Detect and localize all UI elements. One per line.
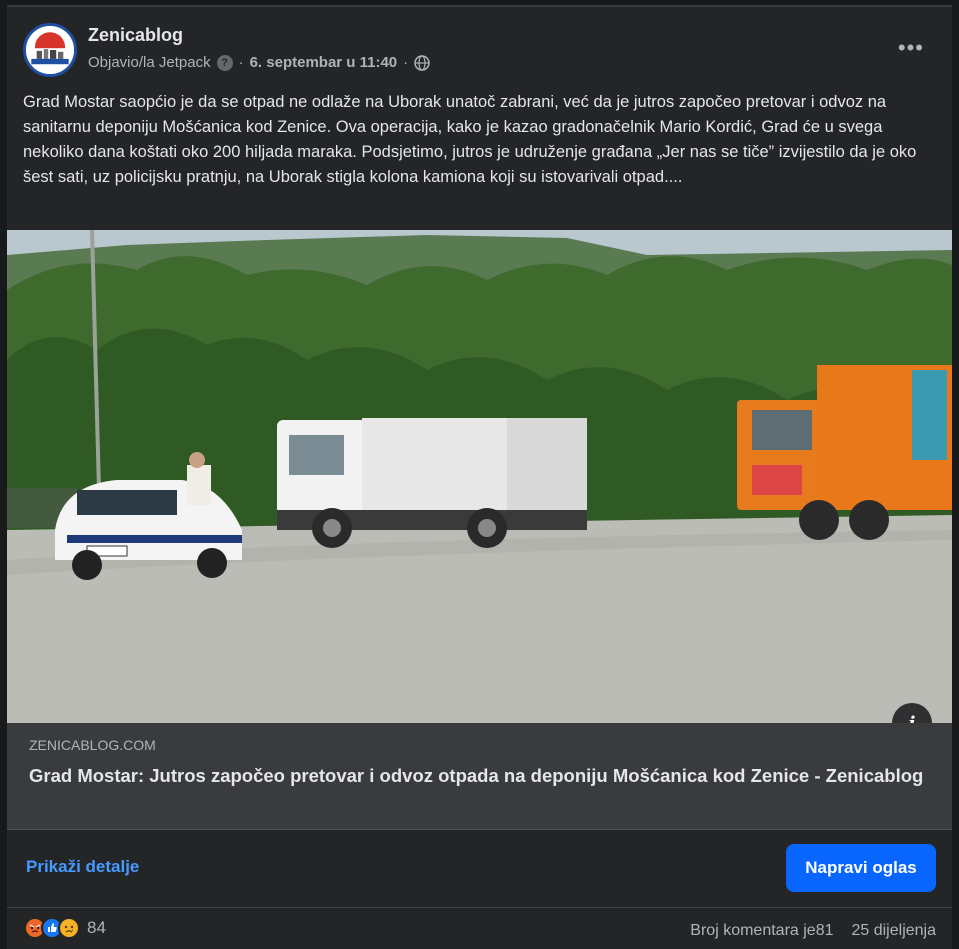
avatar-logo-icon	[26, 26, 74, 74]
post-header: Zenicablog Objavio/la Jetpack ? · 6. sep…	[23, 23, 936, 83]
share-count[interactable]: 25 dijeljenja	[851, 922, 936, 940]
divider	[7, 907, 952, 908]
post-card: Zenicablog Objavio/la Jetpack ? · 6. sep…	[7, 5, 952, 949]
post-date[interactable]: 6. septembar u 11:40	[250, 54, 398, 71]
create-ad-button[interactable]: Napravi oglas	[786, 844, 936, 892]
divider	[7, 829, 952, 830]
sad-icon	[58, 917, 80, 939]
post-meta: Objavio/la Jetpack ? · 6. septembar u 11…	[88, 54, 430, 71]
published-by[interactable]: Objavio/la Jetpack	[88, 54, 211, 71]
link-domain: ZENICABLOG.COM	[29, 737, 156, 753]
page-avatar[interactable]	[23, 23, 77, 77]
meta-separator: ·	[403, 54, 409, 71]
photo-scene	[7, 230, 952, 723]
globe-icon	[414, 54, 430, 71]
link-preview[interactable]: ZENICABLOG.COM Grad Mostar: Jutros započ…	[7, 723, 952, 829]
post-stats: Broj komentara je81 25 dijeljenja	[690, 922, 936, 940]
show-details-link[interactable]: Prikaži detalje	[26, 857, 139, 877]
reaction-summary[interactable]: 84	[24, 917, 106, 939]
post-photo[interactable]	[7, 230, 952, 723]
link-title[interactable]: Grad Mostar: Jutros započeo pretovar i o…	[29, 763, 929, 789]
page-name[interactable]: Zenicablog	[88, 25, 183, 46]
help-icon[interactable]: ?	[216, 54, 233, 71]
reaction-count[interactable]: 84	[87, 918, 106, 938]
more-options-button[interactable]: •••	[898, 37, 924, 59]
post-text: Grad Mostar saopćio je da se otpad ne od…	[23, 93, 917, 186]
meta-separator: ·	[238, 54, 244, 71]
comment-count[interactable]: Broj komentara je81	[690, 922, 833, 940]
